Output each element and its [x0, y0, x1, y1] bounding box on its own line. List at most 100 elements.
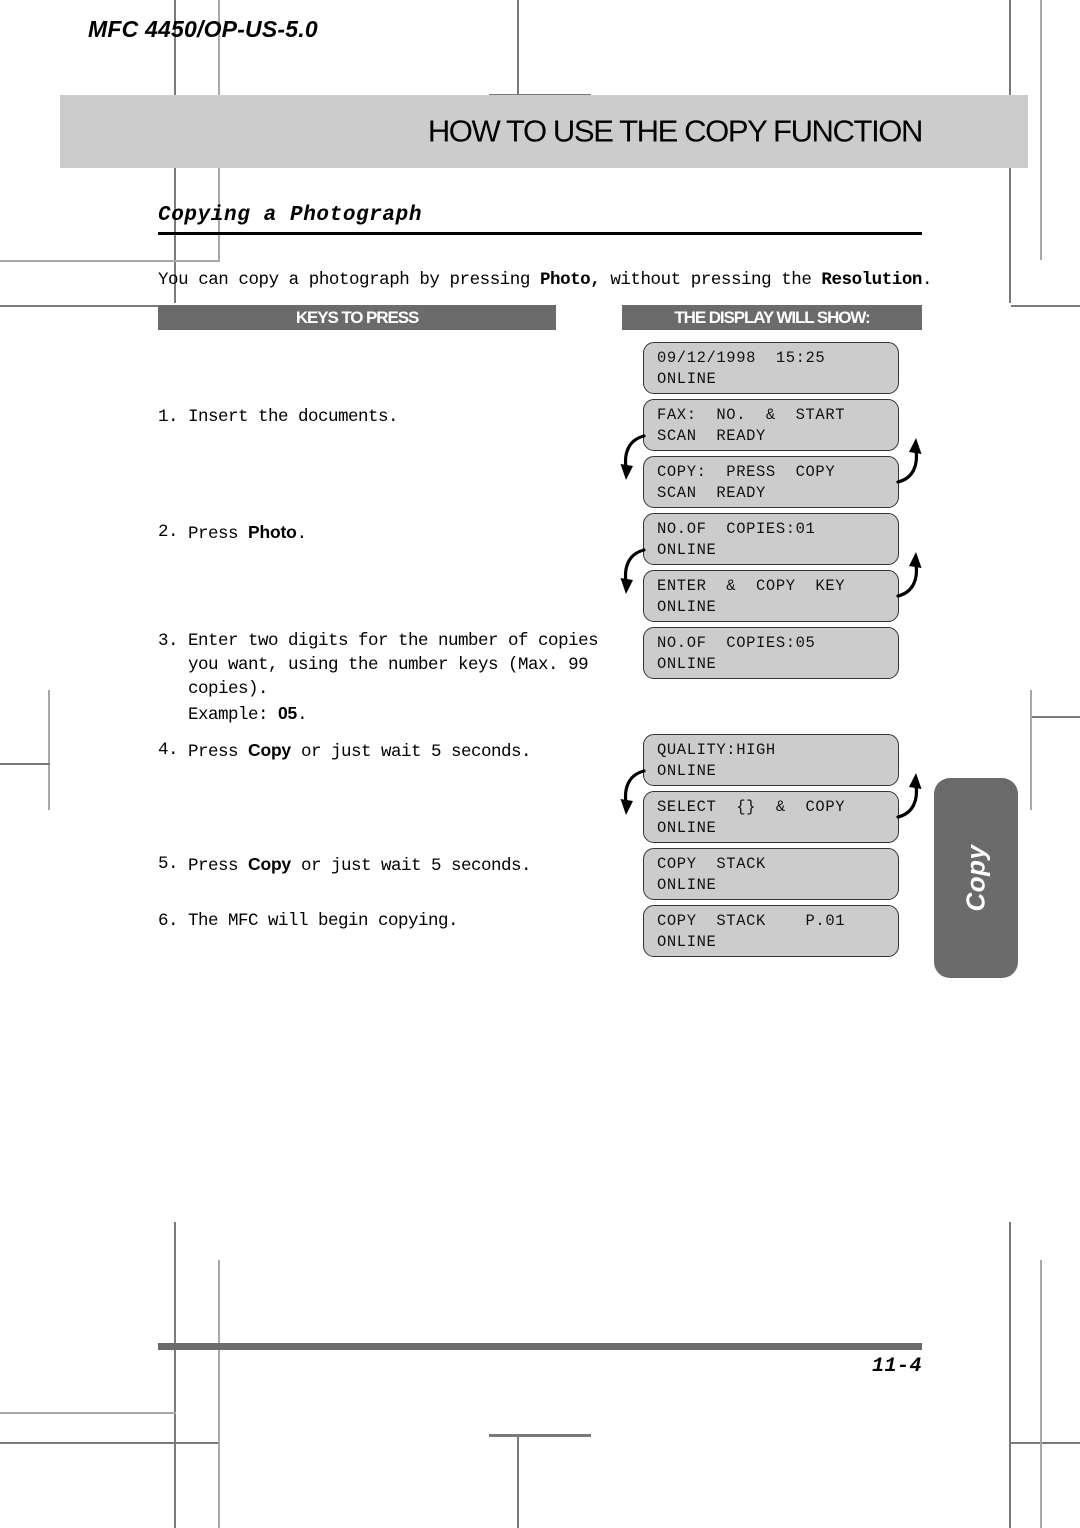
- lcd-line-1: NO.OF COPIES:01: [657, 520, 816, 538]
- crop-mark-top-left-inner-horizontal: [0, 260, 220, 262]
- page-number: 11-4: [871, 1355, 922, 1378]
- step-example: Example: 05.: [188, 703, 308, 725]
- lcd-line-1: COPY STACK: [657, 855, 766, 873]
- crop-mark-bottom-center-vertical: [517, 1435, 519, 1528]
- lcd-line-2: ONLINE: [657, 762, 717, 780]
- lcd-line-2: SCAN READY: [657, 484, 766, 502]
- list-item: 4. Press Copy or just wait 5 seconds.: [158, 738, 578, 764]
- crop-mark-top-center-vertical: [517, 0, 519, 96]
- intro-text-part1: You can copy a photograph by pressing: [158, 269, 540, 290]
- lcd-display-panel: FAX: NO. & START SCAN READY: [643, 399, 899, 451]
- loop-arrow-left-down: [618, 430, 646, 504]
- step-text: Enter two digits for the number of copie…: [188, 629, 599, 727]
- lcd-display-panel: COPY STACK ONLINE: [643, 848, 899, 900]
- intro-text-part2: without pressing the: [600, 269, 822, 290]
- lcd-display-panel: COPY STACK P.01 ONLINE: [643, 905, 899, 957]
- intro-paragraph: You can copy a photograph by pressing Ph…: [158, 270, 938, 290]
- step-example-label: Example:: [188, 705, 279, 725]
- lcd-display-panel: QUALITY:HIGH ONLINE: [643, 734, 899, 786]
- crop-mark-right-middle-horizontal: [1032, 716, 1080, 718]
- lcd-line-2: ONLINE: [657, 598, 717, 616]
- list-item: 2. Press Photo.: [158, 520, 578, 546]
- step-text-line1: Enter two digits for the number of copie…: [188, 631, 599, 651]
- lcd-line-1: FAX: NO. & START: [657, 406, 846, 424]
- lcd-display-panel: SELECT {} & COPY ONLINE: [643, 791, 899, 843]
- crop-mark-bottom-right-vertical: [1009, 1222, 1011, 1528]
- list-item: 5. Press Copy or just wait 5 seconds.: [158, 852, 578, 878]
- lcd-display-panel: 09/12/1998 15:25 ONLINE: [643, 342, 899, 394]
- lcd-line-2: SCAN READY: [657, 427, 766, 445]
- lcd-display-panel: COPY: PRESS COPY SCAN READY: [643, 456, 899, 508]
- lcd-display-panel: ENTER & COPY KEY ONLINE: [643, 570, 899, 622]
- crop-mark-top-left-horizontal: [0, 305, 176, 307]
- step-text-pre: Press: [188, 524, 249, 544]
- step-example-value: 05: [278, 703, 298, 723]
- intro-text-part3: .: [921, 269, 933, 290]
- lcd-line-2: ONLINE: [657, 819, 717, 837]
- lcd-line-1: SELECT {} & COPY: [657, 798, 846, 816]
- step-number: 2.: [158, 522, 179, 542]
- key-photo-inline: Photo,: [539, 269, 601, 290]
- crop-mark-top-right-inner-vertical: [1040, 0, 1042, 260]
- lcd-line-1: 09/12/1998 15:25: [657, 349, 826, 367]
- crop-mark-bottom-left-horizontal: [0, 1442, 220, 1444]
- loop-arrow-left-down: [618, 544, 646, 618]
- column-header-keys-to-press: KEYS TO PRESS: [158, 305, 556, 330]
- column-header-display-will-show: THE DISPLAY WILL SHOW:: [622, 305, 922, 330]
- step-number: 6.: [158, 911, 179, 931]
- section-heading-text: Copying a Photograph: [158, 204, 423, 227]
- crop-mark-bottom-left-vertical: [174, 1222, 176, 1528]
- page-title: HOW TO USE THE COPY FUNCTION: [427, 112, 924, 148]
- lcd-line-2: ONLINE: [657, 370, 717, 388]
- key-copy-button: Copy: [248, 740, 291, 760]
- step-text: Press Photo.: [188, 520, 578, 546]
- footer-rule: [158, 1343, 922, 1350]
- lcd-line-2: ONLINE: [657, 876, 717, 894]
- list-item: 1. Insert the documents.: [158, 405, 578, 429]
- step-text-line3: copies).: [188, 679, 269, 699]
- running-head: MFC 4450/OP-US-5.0: [88, 16, 318, 42]
- crop-mark-left-middle-horizontal: [0, 763, 50, 765]
- step-text-post: .: [296, 524, 308, 544]
- step-text-post: or just wait 5 seconds.: [290, 856, 532, 876]
- crop-mark-left-middle-rule: [48, 690, 50, 810]
- step-text: Press Copy or just wait 5 seconds.: [188, 738, 578, 764]
- key-resolution-inline: Resolution: [821, 269, 922, 290]
- thumb-tab-copy: Copy: [934, 778, 1018, 978]
- lcd-line-1: QUALITY:HIGH: [657, 741, 776, 759]
- list-item: 6. The MFC will begin copying.: [158, 909, 578, 933]
- lcd-line-2: ONLINE: [657, 655, 717, 673]
- crop-mark-bottom-right-inner-vertical: [1040, 1260, 1042, 1528]
- step-text: The MFC will begin copying.: [188, 911, 459, 931]
- loop-arrow-right-up: [894, 430, 922, 504]
- lcd-line-1: ENTER & COPY KEY: [657, 577, 846, 595]
- step-example-post: .: [297, 705, 308, 725]
- lcd-line-2: ONLINE: [657, 933, 717, 951]
- step-text: Insert the documents.: [188, 407, 399, 427]
- crop-mark-bottom-center-horizontal: [489, 1434, 591, 1437]
- section-heading: Copying a Photograph: [158, 204, 922, 235]
- step-text: Press Copy or just wait 5 seconds.: [188, 852, 578, 878]
- key-copy-button: Copy: [248, 854, 291, 874]
- lcd-display-panel: NO.OF COPIES:01 ONLINE: [643, 513, 899, 565]
- lcd-line-2: ONLINE: [657, 541, 717, 559]
- chapter-banner: HOW TO USE THE COPY FUNCTION: [60, 95, 1028, 168]
- step-number: 5.: [158, 854, 179, 874]
- loop-arrow-left-down: [618, 765, 646, 839]
- lcd-display-panel: NO.OF COPIES:05 ONLINE: [643, 627, 899, 679]
- step-text-pre: Press: [188, 856, 249, 876]
- step-number: 4.: [158, 740, 179, 760]
- lcd-line-1: COPY: PRESS COPY: [657, 463, 836, 481]
- step-text-post: or just wait 5 seconds.: [290, 742, 532, 762]
- loop-arrow-right-up: [894, 765, 922, 839]
- list-item: 3. Enter two digits for the number of co…: [158, 629, 599, 727]
- crop-mark-bottom-right-horizontal: [1011, 1442, 1080, 1444]
- lcd-line-1: COPY STACK P.01: [657, 912, 846, 930]
- step-text-pre: Press: [188, 742, 249, 762]
- step-number: 3.: [158, 631, 179, 651]
- crop-mark-bottom-left-inner-horizontal: [0, 1412, 176, 1414]
- key-photo-button: Photo: [248, 522, 297, 542]
- step-text-line2: you want, using the number keys (Max. 99: [188, 655, 589, 675]
- crop-mark-bottom-left-inner-vertical: [218, 1260, 220, 1528]
- thumb-tab-label: Copy: [960, 844, 991, 912]
